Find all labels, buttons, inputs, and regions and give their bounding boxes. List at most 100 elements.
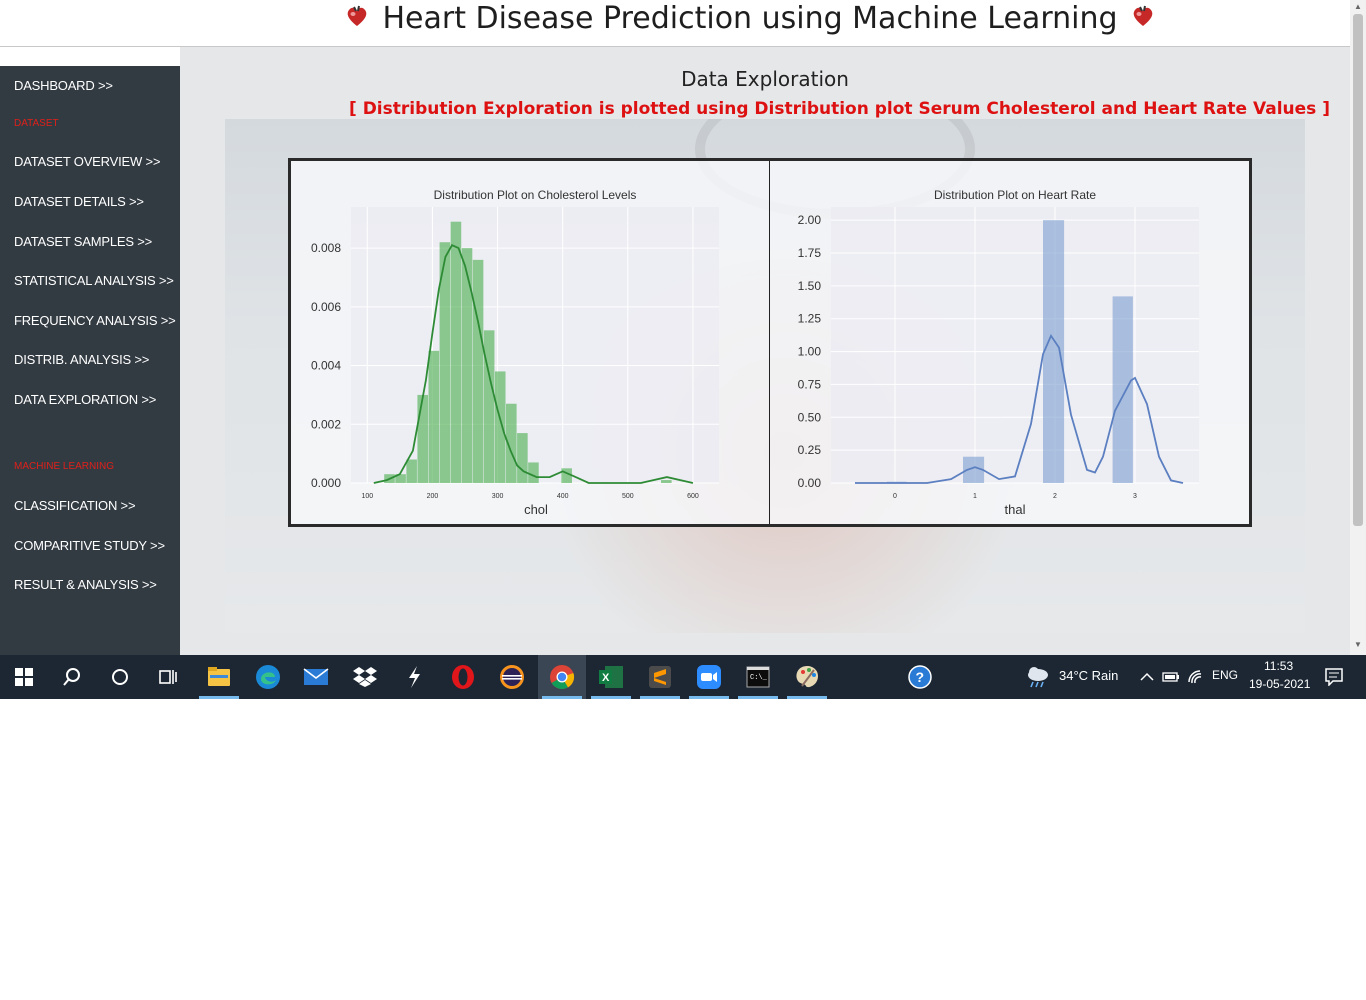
svg-text:C:\_: C:\_ [750,674,768,682]
clock-time[interactable]: 11:53 [1264,659,1293,673]
weather-rain-icon[interactable] [1014,655,1062,699]
page-title: Heart Disease Prediction using Machine L… [382,1,1118,36]
browser-page: Heart Disease Prediction using Machine L… [0,0,1366,655]
sidebar-item-comparitive-study[interactable]: COMPARITIVE STUDY >> [14,538,165,553]
opera-icon[interactable] [439,655,487,699]
histogram-bar [1043,220,1065,483]
notification-icon[interactable] [1310,655,1358,699]
histogram-bar [483,330,495,483]
scroll-thumb[interactable] [1353,14,1363,526]
sidebar-item-dataset-samples[interactable]: DATASET SAMPLES >> [14,234,152,249]
x-tick-label: 200 [427,493,439,500]
active-indicator [787,696,827,699]
mail-icon[interactable] [292,655,340,699]
sidebar-item-statistical-analysis[interactable]: STATISTICAL ANALYSIS >> [14,273,174,288]
y-tick-label: 0.000 [311,476,341,490]
active-indicator [542,696,582,699]
scroll-down-arrow-icon[interactable]: ▼ [1354,640,1362,649]
y-tick-label: 0.002 [311,417,341,431]
svg-text:?: ? [916,669,925,685]
heart-rate-distribution-plot: 0.00 0.25 0.50 0.75 1.00 1.25 1.50 1.75 2.00 0 1 2 3… [798,188,1199,517]
x-tick-label: 2 [1053,493,1057,500]
x-tick-label: 1 [973,493,977,500]
background-image-panel: 0.000 0.002 0.004 0.006 0.008 100 200 300 400 500… [225,119,1305,633]
x-axis-label: thal [1005,502,1026,517]
main-content: Data Exploration [ Distribution Explorat… [180,47,1350,655]
edge-icon[interactable] [244,655,292,699]
x-tick-label: 300 [492,493,504,500]
y-tick-label: 1.75 [798,246,822,260]
x-tick-label: 400 [557,493,569,500]
sidebar-item-dataset-overview[interactable]: DATASET OVERVIEW >> [14,154,160,169]
windows-start-icon[interactable] [0,655,48,699]
x-tick-label: 500 [622,493,634,500]
active-indicator [640,696,680,699]
battery-icon[interactable] [1158,655,1184,699]
histogram-bar [472,259,484,483]
section-subtitle: [ Distribution Exploration is plotted us… [349,99,1330,119]
distribution-figure: 0.000 0.002 0.004 0.006 0.008 100 200 300 400 500… [288,158,1252,527]
plot-area [831,207,1199,483]
clock-date[interactable]: 19-05-2021 [1249,677,1310,691]
excel-icon[interactable]: X [587,655,635,699]
y-tick-label: 0.50 [798,410,822,424]
eclipse-icon[interactable] [488,655,536,699]
x-tick-label: 0 [893,493,897,500]
histogram-bar [528,462,539,483]
heart-icon [344,1,370,39]
histogram-bar [461,248,473,483]
sidebar-item-frequency-analysis[interactable]: FREQUENCY ANALYSIS >> [14,313,176,328]
histogram-bar [428,350,440,483]
wifi-icon[interactable] [1183,655,1209,699]
sidebar-item-result-analysis[interactable]: RESULT & ANALYSIS >> [14,577,157,592]
cortana-icon[interactable] [96,655,144,699]
vertical-scrollbar[interactable]: ▲ ▼ [1350,0,1366,655]
section-title: Data Exploration [681,67,849,91]
svg-text:X: X [602,672,610,684]
y-tick-label: 2.00 [798,213,822,227]
sidebar-item-dataset-details[interactable]: DATASET DETAILS >> [14,194,144,209]
language-indicator[interactable]: ENG [1212,668,1238,682]
y-tick-label: 0.75 [798,377,822,391]
chart-title: Distribution Plot on Heart Rate [934,188,1096,202]
active-indicator [591,696,631,699]
histogram-bar [406,459,417,483]
sidebar-item-data-exploration[interactable]: DATA EXPLORATION >> [14,392,156,407]
search-icon[interactable] [48,655,96,699]
sidebar-item-distrib-analysis[interactable]: DISTRIB. ANALYSIS >> [14,352,149,367]
chrome-icon[interactable] [538,655,586,699]
help-icon[interactable]: ? [896,655,944,699]
sublime-text-icon[interactable] [636,655,684,699]
terminal-icon[interactable]: C:\_ [734,655,782,699]
histogram-bar [661,480,672,483]
y-tick-label: 1.00 [798,345,822,359]
sidebar-item-dashboard[interactable]: DASHBOARD >> [14,78,113,93]
app-header: Heart Disease Prediction using Machine L… [0,0,1350,47]
active-indicator [689,696,729,699]
task-view-icon[interactable] [144,655,192,699]
weather-text[interactable]: 34°C Rain [1059,668,1118,683]
app-icon[interactable] [390,655,438,699]
y-tick-label: 0.00 [798,476,822,490]
zoom-icon[interactable] [685,655,733,699]
chevron-up-icon[interactable] [1135,655,1159,699]
y-tick-label: 1.25 [798,312,822,326]
x-tick-label: 3 [1133,493,1137,500]
sidebar-item-classification[interactable]: CLASSIFICATION >> [14,498,136,513]
y-tick-label: 0.25 [798,443,822,457]
histogram-bar [1112,296,1133,483]
app-title-row: Heart Disease Prediction using Machine L… [0,0,1366,39]
y-tick-label: 0.008 [311,241,341,255]
heart-icon [1130,1,1156,39]
histogram-bar [450,221,462,483]
active-indicator [199,696,239,699]
histogram-bar [517,433,528,483]
file-explorer-icon[interactable] [195,655,243,699]
paint-icon[interactable] [783,655,831,699]
dropbox-icon[interactable] [341,655,389,699]
histogram-bar [494,371,506,483]
sidebar-section-machine-learning: MACHINE LEARNING [14,461,115,472]
sidebar-section-dataset: DATASET [14,118,59,129]
sidebar: DASHBOARD >> DATASET DATASET OVERVIEW >>… [0,66,180,655]
scroll-up-arrow-icon[interactable]: ▲ [1354,2,1362,11]
